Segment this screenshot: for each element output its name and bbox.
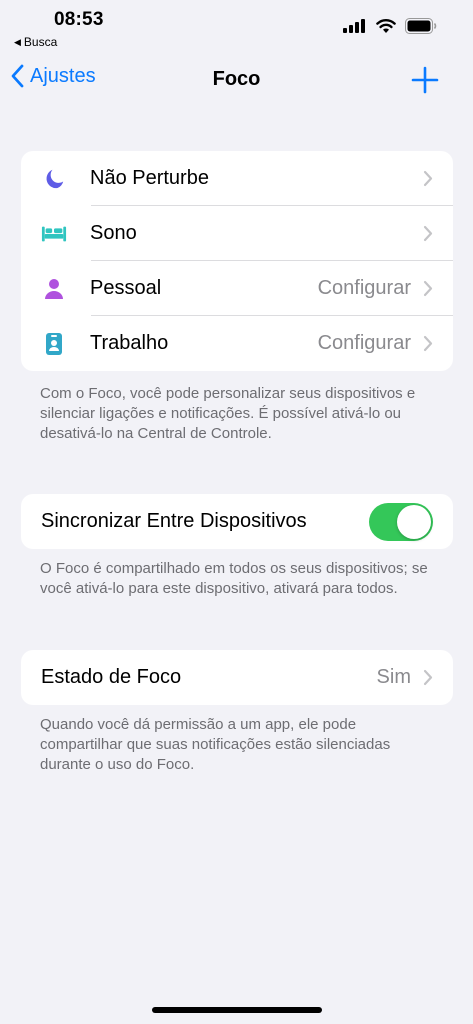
chevron-left-icon bbox=[10, 64, 24, 88]
focus-item-value: Configurar bbox=[317, 332, 411, 354]
back-button-label: Ajustes bbox=[30, 64, 96, 87]
focus-footer-text: Com o Foco, você pode personalizar seus … bbox=[40, 385, 416, 442]
sync-label: Sincronizar Entre Dispositivos bbox=[41, 510, 307, 532]
sync-footer-text: O Foco é compartilhado em todos os seus … bbox=[40, 560, 428, 597]
focus-status-group: Estado de Foco Sim bbox=[21, 650, 453, 705]
focus-item-pessoal[interactable]: Pessoal Configurar bbox=[21, 261, 453, 316]
sync-toggle[interactable] bbox=[369, 502, 433, 541]
home-indicator[interactable] bbox=[152, 1007, 322, 1013]
back-button[interactable]: Ajustes bbox=[10, 64, 96, 88]
chevron-right-icon bbox=[423, 225, 433, 242]
focus-modes-list: Não Perturbe Sono Pessoal Configurar Tra… bbox=[21, 151, 453, 371]
add-focus-button[interactable] bbox=[411, 66, 439, 94]
back-app-label: Busca bbox=[23, 35, 58, 49]
chevron-right-icon bbox=[423, 335, 433, 352]
id-badge-icon bbox=[41, 331, 67, 357]
chevron-right-icon bbox=[423, 669, 433, 686]
wifi-icon bbox=[376, 19, 396, 33]
focus-item-trabalho[interactable]: Trabalho Configurar bbox=[21, 316, 453, 371]
focus-item-value: Configurar bbox=[317, 277, 411, 299]
focus-item-label: Pessoal bbox=[90, 277, 162, 299]
focus-status-footer-text: Quando você dá permissão a um app, ele p… bbox=[40, 716, 391, 773]
status-time: 08:53 bbox=[54, 9, 104, 30]
bed-icon bbox=[41, 221, 67, 247]
focus-item-label: Trabalho bbox=[90, 332, 169, 354]
focus-item-sono[interactable]: Sono bbox=[21, 206, 453, 261]
status-icons bbox=[343, 18, 437, 34]
sync-group: Sincronizar Entre Dispositivos bbox=[21, 494, 453, 549]
back-to-app-link[interactable]: ◀ Busca bbox=[14, 35, 57, 49]
focus-status-value: Sim bbox=[376, 666, 411, 688]
back-triangle-icon: ◀ bbox=[14, 36, 21, 47]
battery-icon bbox=[405, 18, 437, 34]
status-bar: 08:53 ◀ Busca bbox=[0, 0, 473, 54]
chevron-right-icon bbox=[423, 280, 433, 297]
moon-icon bbox=[41, 166, 67, 192]
focus-item-label: Sono bbox=[90, 222, 137, 244]
cellular-signal-icon bbox=[343, 19, 365, 33]
chevron-right-icon bbox=[423, 170, 433, 187]
focus-item-label: Não Perturbe bbox=[90, 167, 209, 189]
toggle-knob bbox=[397, 504, 431, 539]
focus-status-label: Estado de Foco bbox=[41, 666, 182, 688]
plus-icon bbox=[411, 66, 439, 94]
person-icon bbox=[41, 276, 67, 302]
sync-row: Sincronizar Entre Dispositivos bbox=[21, 494, 453, 549]
navigation-bar: Ajustes Foco bbox=[0, 58, 473, 102]
focus-item-nao-perturbe[interactable]: Não Perturbe bbox=[21, 151, 453, 206]
focus-status-row[interactable]: Estado de Foco Sim bbox=[21, 650, 453, 705]
